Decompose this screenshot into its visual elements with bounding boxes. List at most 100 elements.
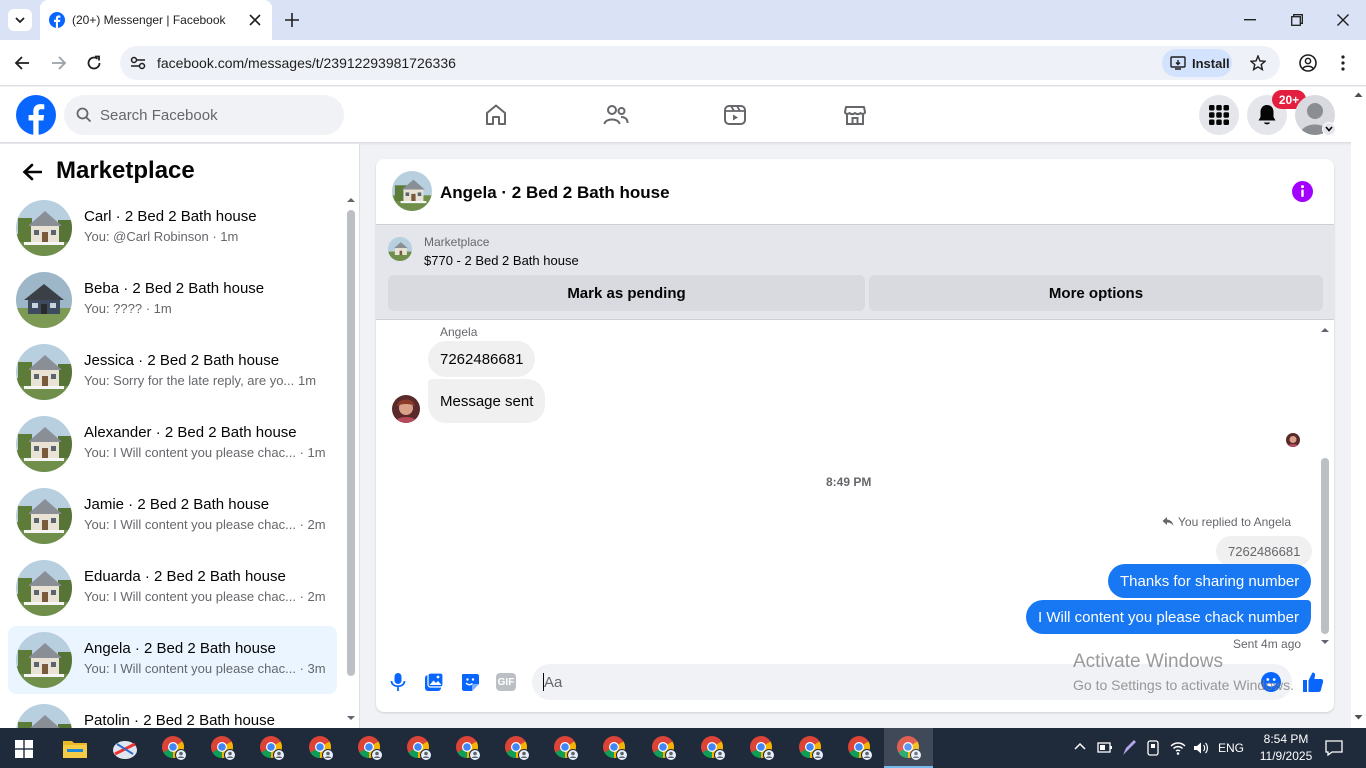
house-photo-icon: [16, 416, 72, 472]
chrome-taskbar-icon[interactable]: [601, 734, 629, 762]
close-icon[interactable]: [249, 14, 261, 26]
snipping-tool-icon[interactable]: [111, 736, 139, 762]
chrome-taskbar-icon[interactable]: [454, 734, 482, 762]
forward-arrow-icon[interactable]: [51, 55, 67, 71]
tab-search-button[interactable]: [8, 9, 32, 31]
pen-icon[interactable]: [1121, 739, 1137, 757]
volume-icon[interactable]: [1193, 741, 1209, 755]
tray-chevron-up-icon[interactable]: [1074, 742, 1086, 750]
bookmark-star-icon[interactable]: [1250, 55, 1266, 71]
gif-button[interactable]: GIF: [496, 673, 516, 691]
conversation-item[interactable]: Patolin · 2 Bed 2 Bath house: [8, 698, 337, 728]
chat-scrollbar[interactable]: [1320, 326, 1330, 648]
outgoing-message[interactable]: I Will content you please chack number: [1026, 600, 1311, 634]
windows-start-icon[interactable]: [15, 740, 33, 758]
back-arrow-icon[interactable]: [14, 55, 30, 71]
conversation-item[interactable]: Alexander · 2 Bed 2 Bath house You: I Wil…: [8, 410, 337, 478]
conversation-item[interactable]: Eduarda · 2 Bed 2 Bath house You: I Will …: [8, 554, 337, 622]
chrome-taskbar-icon[interactable]: [258, 734, 286, 762]
conversation-preview: You: I Will content you please chac... ·…: [84, 661, 326, 676]
sender-avatar[interactable]: [392, 395, 420, 423]
conversation-name: Alexander · 2 Bed 2 Bath house: [84, 424, 297, 441]
browser-menu-icon[interactable]: [1341, 55, 1345, 71]
listing-title[interactable]: $770 - 2 Bed 2 Bath house: [424, 253, 579, 268]
chrome-taskbar-icon[interactable]: [797, 734, 825, 762]
reload-icon[interactable]: [86, 55, 102, 71]
microphone-icon[interactable]: [390, 672, 406, 692]
conversation-preview: You: I Will content you please chac... ·…: [84, 445, 326, 460]
device-icon[interactable]: [1146, 740, 1160, 756]
quoted-message[interactable]: 7262486681: [1216, 536, 1313, 566]
listing-thumbnail[interactable]: [388, 237, 412, 261]
conversation-item[interactable]: Carl · 2 Bed 2 Bath house You: @Carl Robi…: [8, 194, 337, 262]
mark-as-pending-button[interactable]: Mark as pending: [388, 275, 865, 311]
scroll-up-icon: [1354, 92, 1363, 97]
chrome-taskbar-icon[interactable]: [503, 734, 531, 762]
chrome-taskbar-icon[interactable]: [552, 734, 580, 762]
chrome-taskbar-icon[interactable]: [405, 734, 433, 762]
notification-center-icon[interactable]: [1325, 740, 1343, 756]
thumbs-up-icon[interactable]: [1301, 670, 1325, 694]
install-label: Install: [1192, 55, 1230, 71]
home-icon[interactable]: [484, 103, 508, 127]
browser-tab[interactable]: (20+) Messenger | Facebook: [40, 0, 272, 40]
window-close-icon[interactable]: [1337, 14, 1349, 26]
menu-grid-button[interactable]: [1199, 95, 1239, 135]
conversation-item[interactable]: Angela · 2 Bed 2 Bath house You: I Will c…: [8, 626, 337, 694]
chrome-taskbar-icon[interactable]: [748, 734, 776, 762]
chrome-taskbar-icon[interactable]: [699, 734, 727, 762]
incoming-message[interactable]: Message sent: [428, 379, 546, 423]
language-indicator[interactable]: ENG: [1218, 741, 1244, 755]
wifi-icon[interactable]: [1170, 740, 1186, 756]
scroll-down-icon: [1354, 715, 1363, 720]
friends-icon[interactable]: [603, 103, 629, 127]
restore-icon[interactable]: [1291, 14, 1303, 26]
battery-icon[interactable]: [1097, 740, 1113, 754]
chrome-taskbar-icon[interactable]: [307, 734, 335, 762]
site-settings-icon[interactable]: [130, 56, 146, 70]
address-bar[interactable]: facebook.com/messages/t/2391229398172633…: [120, 46, 1280, 80]
house-photo-icon: [16, 704, 72, 728]
profile-icon[interactable]: [1299, 54, 1317, 72]
house-photo-icon: [16, 200, 72, 256]
taskbar-active-app[interactable]: [884, 728, 933, 768]
clock-time[interactable]: 8:54 PM: [1256, 732, 1316, 746]
listing-label: Marketplace: [424, 235, 490, 249]
account-menu-chevron[interactable]: [1322, 122, 1336, 136]
conversation-preview: You: I Will content you please chac... ·…: [84, 517, 326, 532]
facebook-search-input[interactable]: Search Facebook: [64, 95, 344, 135]
facebook-logo-icon[interactable]: [16, 95, 56, 135]
info-icon[interactable]: [1292, 181, 1313, 202]
page-scrollbar[interactable]: [1351, 87, 1366, 728]
conversation-time: 1m: [298, 373, 317, 388]
new-tab-icon[interactable]: [285, 13, 299, 27]
more-options-button[interactable]: More options: [869, 275, 1323, 311]
incoming-message[interactable]: 7262486681: [428, 341, 536, 377]
file-explorer-icon[interactable]: [63, 738, 87, 758]
chat-title[interactable]: Angela · 2 Bed 2 Bath house: [440, 183, 670, 203]
chrome-taskbar-icon[interactable]: [650, 734, 678, 762]
marketplace-icon[interactable]: [843, 103, 867, 127]
conversation-item[interactable]: Jamie · 2 Bed 2 Bath house You: I Will co…: [8, 482, 337, 550]
minimize-icon[interactable]: [1244, 19, 1256, 21]
photo-icon[interactable]: [424, 672, 444, 692]
house-photo-icon: [16, 632, 72, 688]
sidebar-scrollbar[interactable]: [346, 196, 356, 728]
chrome-taskbar-icon[interactable]: [160, 734, 188, 762]
chat-header-avatar[interactable]: [392, 171, 432, 211]
chrome-taskbar-icon[interactable]: [356, 734, 384, 762]
sidebar-scroll-thumb[interactable]: [347, 210, 355, 676]
house-photo-icon: [16, 272, 72, 328]
outgoing-message[interactable]: Thanks for sharing number: [1108, 564, 1312, 598]
sticker-icon[interactable]: [460, 672, 480, 692]
chat-scroll-thumb[interactable]: [1321, 458, 1329, 634]
back-arrow-icon[interactable]: [22, 163, 42, 181]
clock-date[interactable]: 11/9/2025: [1256, 749, 1316, 763]
scroll-up-icon: [1321, 328, 1329, 332]
install-app-button[interactable]: Install: [1162, 49, 1232, 77]
chrome-taskbar-icon[interactable]: [209, 734, 237, 762]
conversation-item[interactable]: Jessica · 2 Bed 2 Bath house You: Sorry f…: [8, 338, 337, 406]
video-icon[interactable]: [723, 103, 747, 127]
chrome-taskbar-icon[interactable]: [846, 734, 874, 762]
conversation-item[interactable]: Beba · 2 Bed 2 Bath house You: ???? · 1m: [8, 266, 337, 334]
